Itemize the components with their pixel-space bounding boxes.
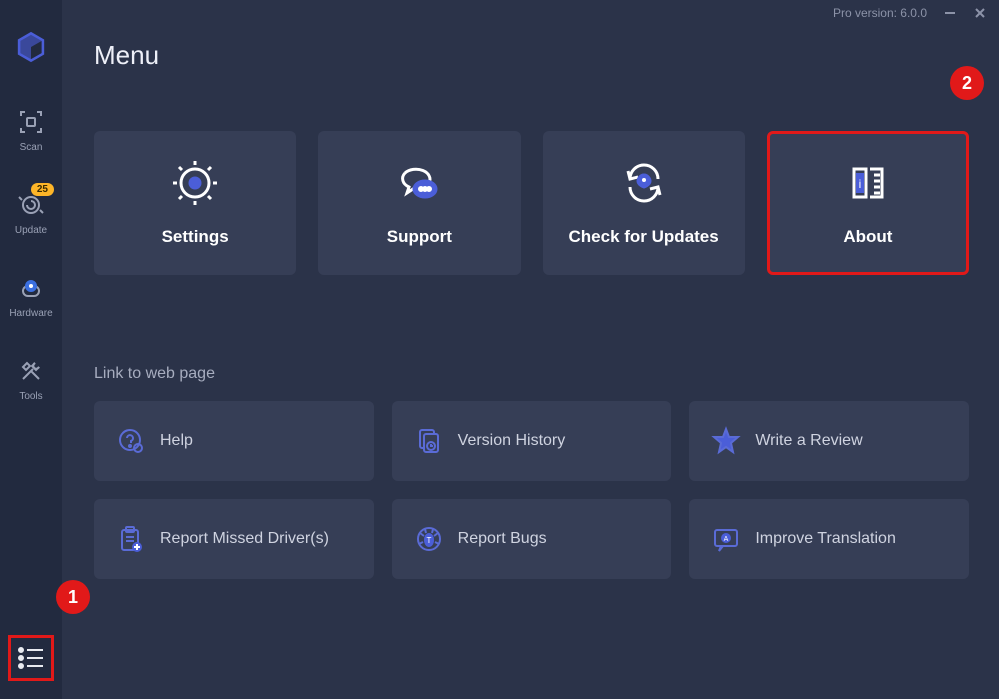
sidebar-item-label: Scan bbox=[20, 142, 43, 153]
check-updates-icon bbox=[620, 159, 668, 207]
card-label: Settings bbox=[162, 227, 229, 247]
annotation-1: 1 bbox=[56, 580, 90, 614]
link-label: Version History bbox=[458, 432, 566, 450]
card-check-updates[interactable]: Check for Updates bbox=[543, 131, 745, 275]
link-label: Help bbox=[160, 432, 193, 450]
card-support[interactable]: Support bbox=[318, 131, 520, 275]
card-grid: Settings Support bbox=[94, 131, 969, 275]
scan-icon bbox=[17, 108, 45, 136]
translation-icon: A bbox=[711, 524, 741, 554]
link-grid: Help Version History Write a Review bbox=[94, 401, 969, 579]
section-title: Link to web page bbox=[94, 365, 969, 383]
settings-icon bbox=[171, 159, 219, 207]
sidebar-item-scan[interactable]: Scan bbox=[0, 108, 62, 153]
card-label: Support bbox=[387, 227, 452, 247]
about-icon: i bbox=[844, 159, 892, 207]
menu-list-icon bbox=[15, 642, 47, 674]
support-icon bbox=[395, 159, 443, 207]
sidebar-item-update[interactable]: 25 Update bbox=[0, 191, 62, 236]
help-icon bbox=[116, 426, 146, 456]
card-about[interactable]: i About bbox=[767, 131, 969, 275]
svg-text:A: A bbox=[724, 536, 729, 543]
update-badge: 25 bbox=[31, 183, 54, 196]
sidebar: Scan 25 Update Hardware bbox=[0, 0, 62, 699]
link-write-review[interactable]: Write a Review bbox=[689, 401, 969, 481]
star-icon bbox=[711, 426, 741, 456]
card-label: Check for Updates bbox=[569, 227, 719, 247]
close-button[interactable] bbox=[973, 6, 987, 20]
minimize-button[interactable] bbox=[943, 6, 957, 20]
svg-text:i: i bbox=[859, 177, 862, 191]
sidebar-item-hardware[interactable]: Hardware bbox=[0, 274, 62, 319]
card-settings[interactable]: Settings bbox=[94, 131, 296, 275]
main-area: Pro version: 6.0.0 Menu Settings bbox=[62, 0, 999, 699]
sidebar-item-label: Tools bbox=[19, 391, 42, 402]
annotation-2: 2 bbox=[950, 66, 984, 100]
bug-icon: T bbox=[414, 524, 444, 554]
tools-icon bbox=[17, 357, 45, 385]
link-report-bugs[interactable]: T Report Bugs bbox=[392, 499, 672, 579]
sidebar-item-tools[interactable]: Tools bbox=[0, 357, 62, 402]
link-label: Report Bugs bbox=[458, 530, 547, 548]
link-help[interactable]: Help bbox=[94, 401, 374, 481]
link-label: Write a Review bbox=[755, 432, 862, 450]
app-logo-icon bbox=[14, 30, 48, 64]
hardware-icon bbox=[17, 274, 45, 302]
link-label: Improve Translation bbox=[755, 530, 896, 548]
page-title: Menu bbox=[94, 40, 969, 71]
svg-text:T: T bbox=[426, 536, 431, 545]
titlebar: Pro version: 6.0.0 bbox=[833, 6, 987, 20]
report-driver-icon bbox=[116, 524, 146, 554]
version-history-icon bbox=[414, 426, 444, 456]
link-label: Report Missed Driver(s) bbox=[160, 530, 329, 548]
version-text: Pro version: 6.0.0 bbox=[833, 6, 927, 20]
sidebar-item-label: Update bbox=[15, 225, 47, 236]
link-improve-translation[interactable]: A Improve Translation bbox=[689, 499, 969, 579]
menu-button[interactable] bbox=[8, 635, 54, 681]
link-version-history[interactable]: Version History bbox=[392, 401, 672, 481]
card-label: About bbox=[843, 227, 892, 247]
sidebar-item-label: Hardware bbox=[9, 308, 52, 319]
link-report-missed-drivers[interactable]: Report Missed Driver(s) bbox=[94, 499, 374, 579]
